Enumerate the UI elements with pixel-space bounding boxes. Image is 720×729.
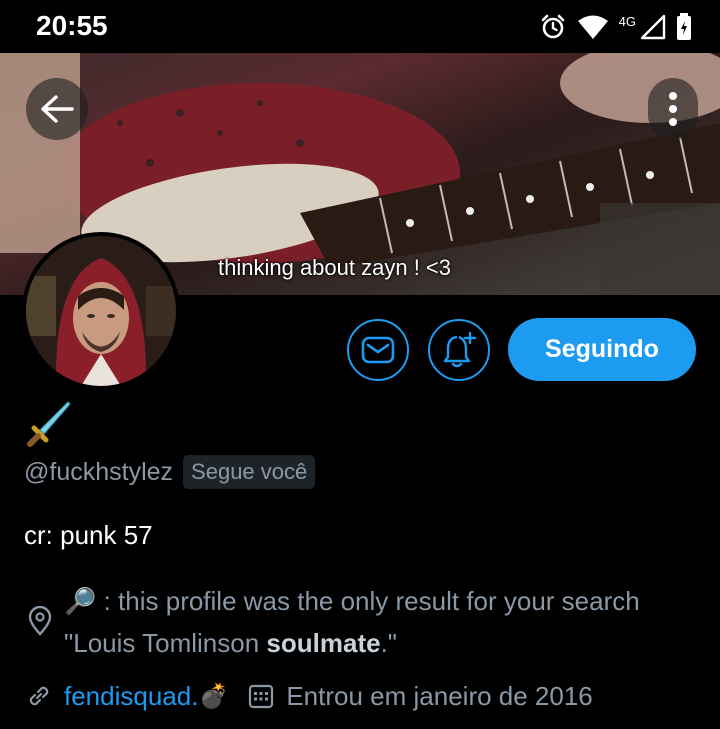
calendar-icon: [249, 684, 274, 709]
location-suffix: .": [380, 628, 398, 658]
battery-icon: [677, 13, 691, 40]
notifications-button[interactable]: [428, 319, 490, 381]
avatar-image: [26, 236, 176, 386]
location-bold: soulmate: [266, 628, 381, 658]
dagger-emoji: [24, 398, 72, 453]
meta-row: fendisquad. 💣 Entrou em janeiro de 2016: [24, 676, 593, 716]
username-handle: @fuckhstylez: [24, 457, 174, 486]
following-button[interactable]: Seguindo: [508, 318, 696, 381]
profile-bio: cr: punk 57: [24, 520, 153, 550]
arrow-left-icon: [41, 95, 74, 123]
joined-date: Entrou em janeiro de 2016: [286, 680, 593, 711]
network-label: 4G: [618, 13, 636, 29]
website-link[interactable]: fendisquad.: [64, 681, 198, 712]
status-icons: 4G: [539, 12, 692, 42]
dagger-icon: [27, 401, 71, 447]
back-button[interactable]: [26, 78, 88, 140]
banner-caption: thinking about zayn ! <3: [218, 255, 451, 280]
more-options-button[interactable]: [648, 78, 698, 140]
avatar[interactable]: [22, 232, 180, 390]
envelope-icon: [361, 336, 395, 364]
bell-plus-icon: [443, 331, 477, 368]
more-vertical-icon: [669, 92, 677, 126]
location-text: 🔎 : this profile was the only result for…: [64, 580, 704, 664]
message-button[interactable]: [347, 319, 409, 381]
status-bar: 20:55 4G: [0, 0, 720, 53]
status-time: 20:55: [36, 10, 108, 41]
signal-icon: [640, 14, 666, 40]
bomb-emoji: 💣: [198, 682, 229, 710]
alarm-icon: [541, 14, 564, 39]
link-icon: [29, 686, 49, 706]
location-emoji: 🔎: [64, 586, 97, 616]
location-pin-icon: [28, 606, 52, 636]
handle-row: @fuckhstylez Segue você: [24, 455, 316, 489]
follows-you-badge: Segue você: [183, 455, 316, 489]
wifi-icon: [577, 15, 608, 39]
